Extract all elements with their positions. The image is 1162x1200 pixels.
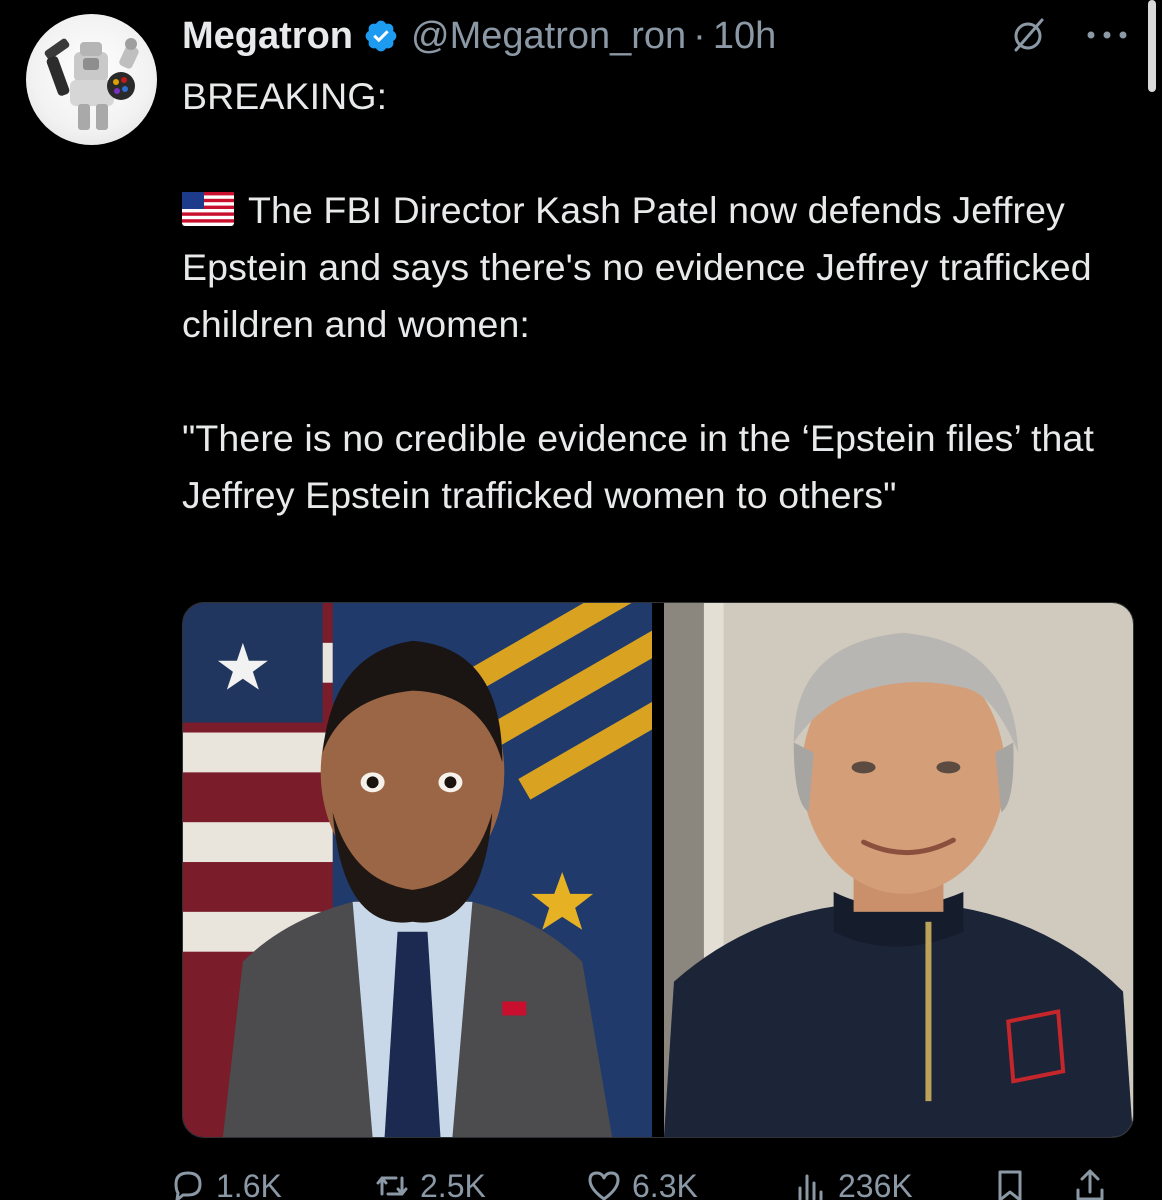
separator-dot: · xyxy=(693,14,706,57)
verified-badge-icon xyxy=(365,20,397,52)
post-media[interactable] xyxy=(182,602,1134,1138)
reply-button[interactable]: 1.6K xyxy=(168,1166,282,1200)
display-name[interactable]: Megatron xyxy=(182,15,353,58)
megatron-avatar-icon xyxy=(44,38,139,130)
reply-count: 1.6K xyxy=(216,1167,282,1200)
repost-count: 2.5K xyxy=(420,1167,486,1200)
views-count: 236K xyxy=(838,1167,913,1200)
repost-button[interactable]: 2.5K xyxy=(372,1166,486,1200)
media-image-right[interactable] xyxy=(663,603,1133,1137)
action-bar: 1.6K 2.5K 6.3K 236K xyxy=(174,1166,1142,1200)
heart-icon xyxy=(588,1171,620,1200)
media-image-left[interactable] xyxy=(183,603,653,1137)
avatar[interactable] xyxy=(26,14,157,145)
post-header: Megatron @Megatron_ron · 10h xyxy=(182,10,776,62)
reply-icon xyxy=(174,1171,202,1200)
post-text: BREAKING: The FBI Director Kash Patel no… xyxy=(182,68,1112,524)
grok-icon[interactable] xyxy=(1010,16,1048,54)
post-text-line-breaking: BREAKING: xyxy=(182,75,388,117)
share-button[interactable] xyxy=(1070,1166,1118,1200)
bookmark-button[interactable] xyxy=(990,1166,1038,1200)
post-text-paragraph-1: The FBI Director Kash Patel now defends … xyxy=(182,182,1112,353)
like-count: 6.3K xyxy=(632,1167,698,1200)
portrait-left-image xyxy=(183,603,653,1137)
media-divider xyxy=(652,603,664,1137)
bookmark-icon xyxy=(998,1170,1022,1200)
author-handle[interactable]: @Megatron_ron xyxy=(411,15,686,58)
like-button[interactable]: 6.3K xyxy=(584,1166,698,1200)
post-time[interactable]: 10h xyxy=(713,15,776,58)
views-icon xyxy=(798,1174,823,1200)
post-text-body-1: The FBI Director Kash Patel now defends … xyxy=(182,189,1092,345)
share-icon xyxy=(1076,1169,1104,1200)
views-button[interactable]: 236K xyxy=(790,1166,913,1200)
post-text-quote: "There is no credible evidence in the ‘E… xyxy=(182,417,1094,516)
scrollbar[interactable] xyxy=(1148,0,1156,92)
more-icon[interactable] xyxy=(1086,30,1128,40)
portrait-right-image xyxy=(663,603,1133,1137)
us-flag-emoji-icon xyxy=(182,192,234,226)
repost-icon xyxy=(376,1176,408,1196)
